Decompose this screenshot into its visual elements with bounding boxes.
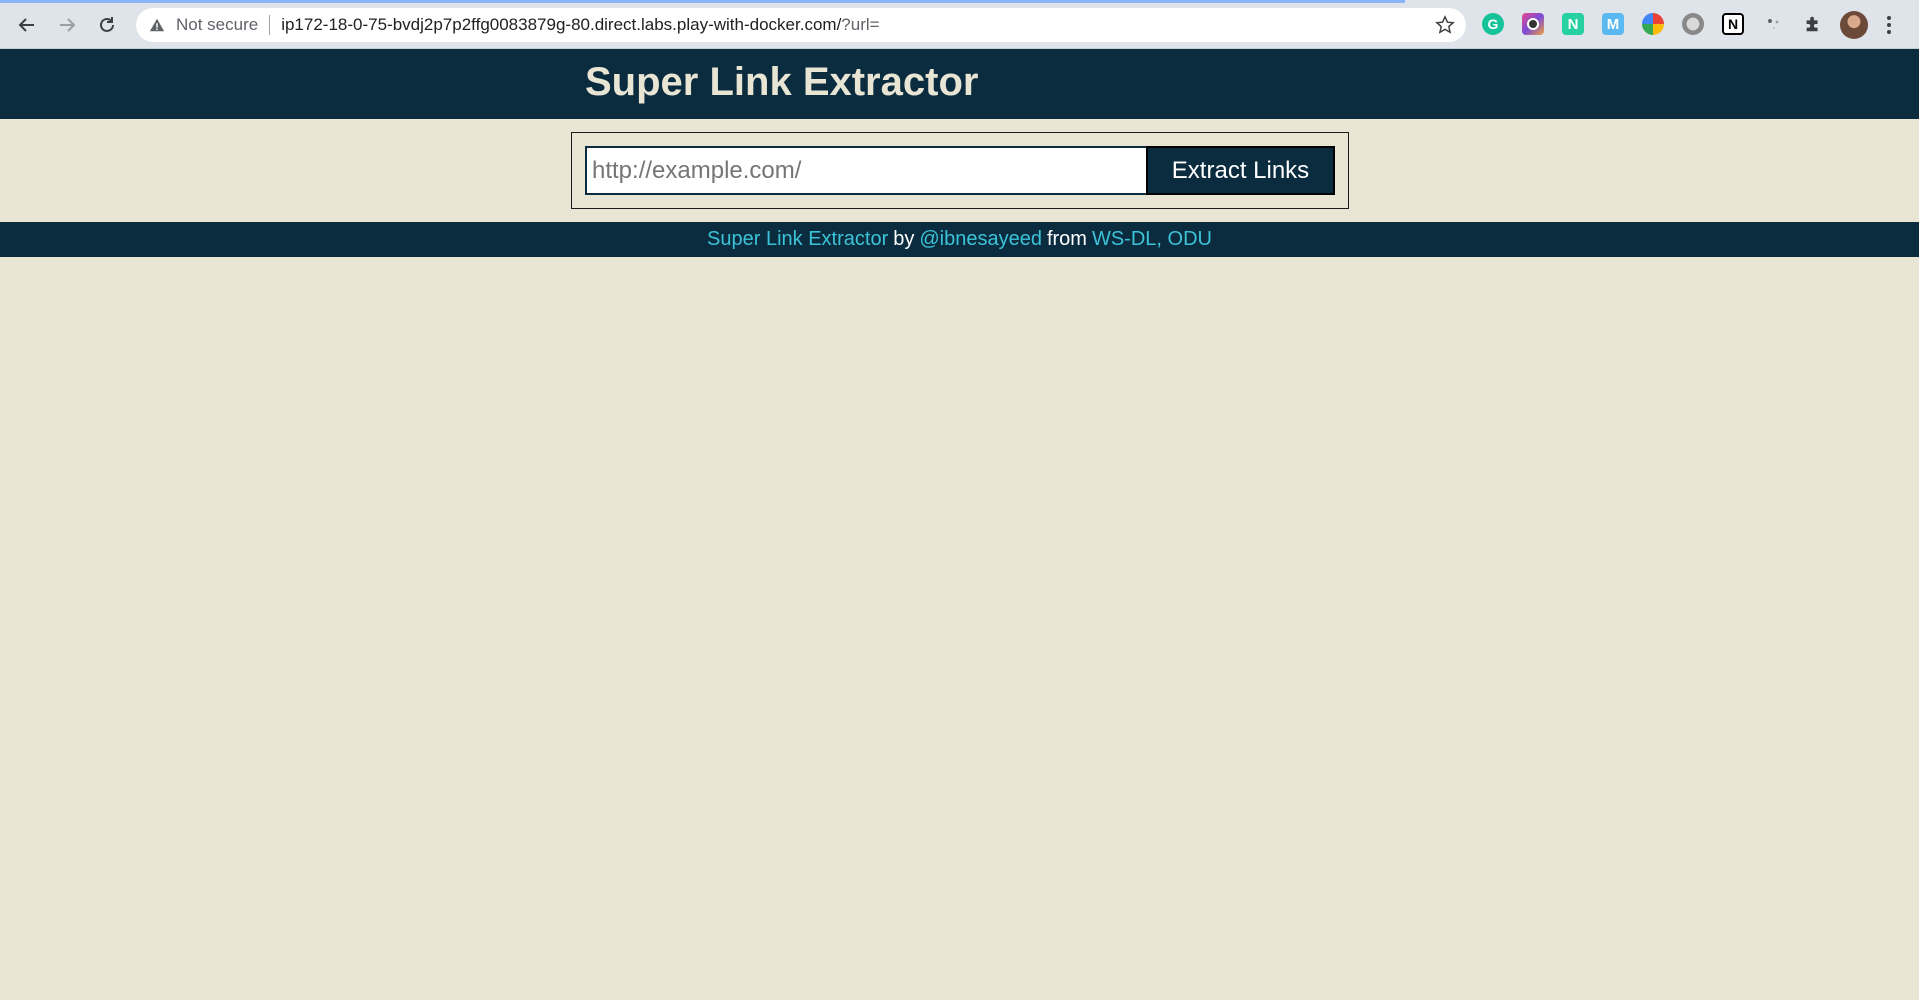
author-link[interactable]: @ibnesayeed [919,228,1042,251]
reload-icon[interactable] [92,10,122,40]
m-extension-icon[interactable]: M [1602,13,1624,35]
n-extension-icon[interactable]: N [1562,13,1584,35]
back-arrow-icon[interactable] [12,10,42,40]
notion-icon[interactable]: N [1722,13,1744,35]
security-label[interactable]: Not secure [176,15,258,35]
address-bar[interactable]: Not secure ip172-18-0-75-bvdj2p7p2ffg008… [136,8,1466,42]
url-text[interactable]: ip172-18-0-75-bvdj2p7p2ffg0083879g-80.di… [281,15,879,35]
app-link[interactable]: Super Link Extractor [707,228,888,251]
screen-recorder-extension-icon[interactable] [1522,13,1544,35]
omnibox-divider [269,15,271,35]
site-footer: Super Link Extractor by @ibnesayeed from… [0,222,1919,257]
url-query: ?url= [841,15,880,34]
site-header: Super Link Extractor [0,49,1919,119]
forward-arrow-icon[interactable] [52,10,82,40]
by-text: by [893,228,915,250]
org-link[interactable]: WS-DL, ODU [1092,228,1212,251]
browser-toolbar: Not secure ip172-18-0-75-bvdj2p7p2ffg008… [0,0,1919,49]
star-icon[interactable] [1434,14,1456,36]
globe-extension-icon[interactable] [1682,13,1704,35]
page-title: Super Link Extractor [585,60,979,104]
page-load-progress [0,0,1405,3]
from-text: from [1046,228,1087,250]
extract-form: Extract Links [571,132,1349,209]
extract-links-button[interactable]: Extract Links [1146,146,1335,195]
extensions-puzzle-icon[interactable] [1802,13,1824,35]
profile-avatar[interactable] [1840,11,1868,39]
grammarly-icon[interactable]: G [1482,13,1504,35]
url-input[interactable] [585,146,1146,195]
menu-kebab-icon[interactable] [1884,13,1894,37]
color-picker-extension-icon[interactable] [1642,13,1664,35]
loading-extension-icon[interactable] [1762,13,1784,35]
url-host-path: ip172-18-0-75-bvdj2p7p2ffg0083879g-80.di… [281,15,842,34]
warning-icon[interactable] [148,16,166,34]
